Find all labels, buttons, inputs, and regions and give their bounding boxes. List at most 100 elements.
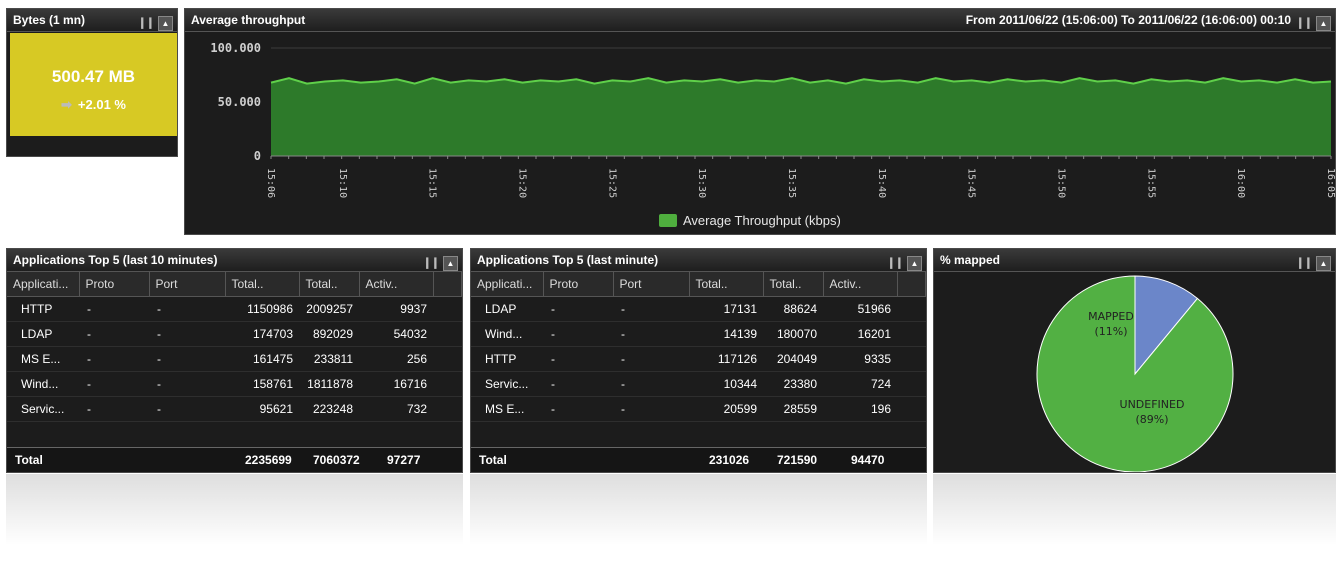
x-tick-label: 15:20 [517, 168, 528, 198]
pause-icon[interactable]: ❙❙ [1296, 12, 1313, 34]
table-cell: 892029 [299, 321, 359, 347]
column-header[interactable]: Proto [79, 272, 150, 297]
table-row[interactable]: LDAP - -17131 88624 51966 [471, 296, 926, 322]
total-value: 231026 [709, 453, 750, 467]
column-header[interactable]: Total.. [763, 272, 824, 297]
x-tick-label: 15:10 [337, 168, 348, 198]
panel-header: Bytes (1 mn) ❙❙ ▲ [7, 9, 177, 32]
table-cell: - [79, 396, 149, 422]
panel-title: Applications Top 5 (last 10 minutes) [13, 253, 218, 267]
kpi-tile: 500.47 MB ➡ +2.01 % [10, 33, 177, 136]
table-cell: 256 [359, 346, 433, 372]
table-cell: 95621 [225, 396, 299, 422]
pause-icon[interactable]: ❙❙ [423, 252, 440, 274]
total-value: 94470 [851, 453, 885, 467]
table-cell: - [543, 346, 613, 372]
kpi-change: ➡ +2.01 % [10, 97, 177, 113]
pie-label: MAPPED [1088, 310, 1134, 323]
table-cell: MS E... [7, 346, 79, 372]
x-tick-label: 15:30 [696, 168, 707, 198]
reflection-fade [0, 474, 1341, 563]
table-row[interactable]: Servic... - -10344 23380 724 [471, 371, 926, 397]
table-cell: - [543, 396, 613, 422]
column-header[interactable]: Applicati... [7, 272, 80, 297]
panel-title: % mapped [940, 253, 1001, 267]
table-cell: MS E... [471, 396, 543, 422]
panel-header: % mapped ❙❙ ▲ [934, 249, 1335, 272]
panel-title: Applications Top 5 (last minute) [477, 253, 659, 267]
table-cell: HTTP [7, 296, 79, 322]
table-row[interactable]: LDAP - -174703 892029 54032 [7, 321, 462, 347]
pause-icon[interactable]: ❙❙ [1296, 252, 1313, 274]
table-cell: - [149, 321, 225, 347]
table-cell [433, 296, 462, 322]
column-header[interactable]: Port [613, 272, 690, 297]
column-header[interactable]: Activ.. [823, 272, 898, 297]
x-tick-label: 15:35 [786, 168, 797, 198]
pie-slice-undefined[interactable] [1036, 275, 1234, 472]
table-cell: - [149, 346, 225, 372]
collapse-icon[interactable]: ▲ [1316, 15, 1331, 31]
table-row[interactable]: Wind... - -158761 1811878 16716 [7, 371, 462, 397]
table-cell: Wind... [7, 371, 79, 397]
column-header[interactable]: Total.. [689, 272, 764, 297]
pause-icon[interactable]: ❙❙ [138, 12, 155, 34]
total-value: 2235699 [245, 453, 292, 467]
column-header[interactable]: Total.. [225, 272, 300, 297]
table-cell: 1811878 [299, 371, 359, 397]
panel-title: Average throughput [191, 13, 306, 27]
table-row[interactable]: HTTP - -1150986 2009257 9937 [7, 296, 462, 322]
table-row[interactable]: MS E... - -161475 233811 256 [7, 346, 462, 372]
table-cell: - [149, 396, 225, 422]
column-header[interactable]: Proto [543, 272, 614, 297]
table-cell: 174703 [225, 321, 299, 347]
collapse-icon[interactable]: ▲ [443, 255, 458, 271]
x-tick-label: 15:25 [606, 168, 617, 198]
table-cell: 161475 [225, 346, 299, 372]
pause-icon[interactable]: ❙❙ [887, 252, 904, 274]
table-cell: - [543, 321, 613, 347]
total-label: Total [479, 453, 507, 467]
x-tick-label: 15:40 [876, 168, 887, 198]
table-cell: 223248 [299, 396, 359, 422]
arrow-right-icon: ➡ [61, 97, 72, 112]
table-cell: - [543, 296, 613, 322]
table-cell: 117126 [689, 346, 763, 372]
collapse-icon[interactable]: ▲ [1316, 255, 1331, 271]
table-cell [897, 371, 926, 397]
total-value: 721590 [777, 453, 818, 467]
column-header[interactable]: Activ.. [359, 272, 434, 297]
column-header[interactable]: Total.. [299, 272, 360, 297]
panel-header: Applications Top 5 (last 10 minutes) ❙❙ … [7, 249, 462, 272]
column-header-spacer [433, 272, 462, 297]
table-cell: - [79, 321, 149, 347]
x-tick-label: 15:06 [265, 168, 276, 198]
table-cell: 732 [359, 396, 433, 422]
collapse-icon[interactable]: ▲ [158, 15, 173, 31]
total-label: Total [15, 453, 43, 467]
table-cell: - [613, 346, 689, 372]
table-cell: 233811 [299, 346, 359, 372]
pie-label: UNDEFINED [1120, 398, 1185, 411]
collapse-icon[interactable]: ▲ [907, 255, 922, 271]
throughput-area [271, 78, 1331, 156]
table-row[interactable]: HTTP - -117126 204049 9335 [471, 346, 926, 372]
table-cell: 17131 [689, 296, 763, 322]
x-tick-label: 15:50 [1056, 168, 1067, 198]
table-cell: Wind... [471, 321, 543, 347]
table-cell [897, 396, 926, 422]
table-cell: Servic... [7, 396, 79, 422]
kpi-change-value: +2.01 % [77, 97, 126, 112]
table-row[interactable]: Servic... - -95621 223248 732 [7, 396, 462, 422]
table-cell: 10344 [689, 371, 763, 397]
table-cell: 204049 [763, 346, 823, 372]
column-header[interactable]: Applicati... [471, 272, 544, 297]
panel-header: Applications Top 5 (last minute) ❙❙ ▲ [471, 249, 926, 272]
x-tick-label: 15:45 [966, 168, 977, 198]
legend-swatch [659, 214, 677, 227]
column-header[interactable]: Port [149, 272, 226, 297]
table-cell: - [79, 371, 149, 397]
table-row[interactable]: MS E... - -20599 28559 196 [471, 396, 926, 422]
table-row[interactable]: Wind... - -14139 180070 16201 [471, 321, 926, 347]
table-cell: - [613, 371, 689, 397]
